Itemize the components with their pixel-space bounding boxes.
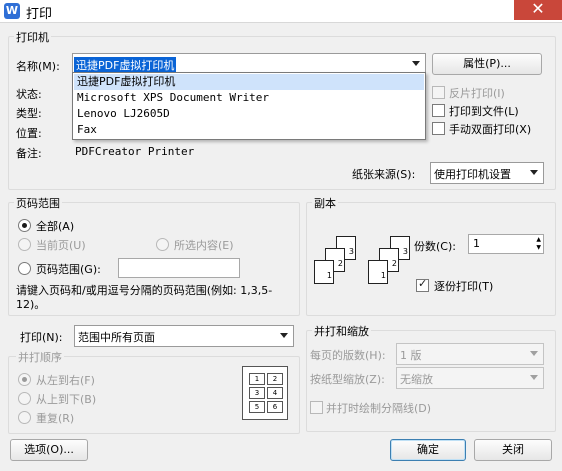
title-bar: W 打印 ✕ [0, 0, 562, 23]
printer-name-label: 名称(M): [16, 60, 60, 73]
print-to-file-checkbox[interactable] [432, 104, 445, 117]
grid-cell: 1 [249, 373, 265, 385]
grid-cell: 2 [267, 373, 283, 385]
print-what-label: 打印(N): [20, 331, 63, 344]
grid-cell: 4 [267, 387, 283, 399]
left-to-right-radio[interactable] [18, 373, 31, 386]
sheet-number: 1 [380, 271, 386, 280]
draw-borders-label: 并打时绘制分隔线(D) [326, 402, 432, 415]
reverse-print-checkbox[interactable] [432, 86, 445, 99]
print-order-group-label: 并打顺序 [16, 349, 64, 365]
pages-per-sheet-label: 每页的版数(H): [310, 349, 386, 362]
pages-per-sheet-value: 1 版 [400, 349, 422, 362]
spin-down-icon[interactable]: ▼ [536, 244, 541, 251]
manual-duplex-label: 手动双面打印(X) [449, 123, 532, 136]
printer-option[interactable]: Lenovo LJ2605D [74, 106, 424, 122]
selection-label: 所选内容(E) [174, 239, 234, 252]
sheet-number: 3 [348, 247, 354, 256]
paper-source-label: 纸张来源(S): [352, 168, 416, 181]
printer-option[interactable]: 迅捷PDF虚拟打印机 [74, 74, 424, 90]
sheet-number: 3 [402, 247, 408, 256]
comment-value: PDFCreator Printer [75, 145, 195, 158]
collated-copies-icon: 3 2 1 [368, 236, 412, 288]
chevron-down-icon [530, 375, 538, 380]
spin-up-icon[interactable]: ▲ [536, 236, 541, 243]
scale-select[interactable]: 无缩放 [396, 367, 544, 389]
repeat-radio[interactable] [18, 411, 31, 424]
chevron-down-icon [412, 61, 420, 66]
repeat-label: 重复(R) [36, 412, 75, 425]
all-pages-label: 全部(A) [36, 220, 75, 233]
page-range-radio[interactable] [18, 262, 31, 275]
printer-group-label: 打印机 [14, 29, 51, 45]
collate-label: 逐份打印(T) [434, 280, 494, 293]
zoom-group-label: 并打和缩放 [312, 323, 371, 339]
comment-label: 备注: [16, 147, 42, 160]
page-range-input[interactable] [118, 258, 240, 278]
grid-cell: 5 [249, 401, 265, 413]
paper-source-select[interactable]: 使用打印机设置 [430, 162, 544, 184]
page-range-group-label: 页码范围 [14, 195, 62, 211]
sheet-number: 2 [391, 259, 397, 268]
top-to-bottom-radio[interactable] [18, 392, 31, 405]
type-label: 类型: [16, 107, 42, 120]
scale-value: 无缩放 [400, 373, 433, 386]
location-label: 位置: [16, 127, 42, 140]
window-title: 打印 [26, 7, 53, 22]
grid-cell: 3 [249, 387, 265, 399]
selection-radio[interactable] [156, 238, 169, 251]
print-what-select[interactable]: 范围中所有页面 [74, 325, 294, 347]
chevron-down-icon [280, 333, 288, 338]
scale-label: 按纸型缩放(Z): [310, 373, 385, 386]
page-range-label: 页码范围(G): [36, 263, 101, 276]
properties-button[interactable]: 属性(P)... [432, 53, 542, 75]
printer-name-value: 迅捷PDF虚拟打印机 [74, 57, 177, 73]
ok-button[interactable]: 确定 [390, 439, 466, 461]
all-pages-radio[interactable] [18, 219, 31, 232]
pages-per-sheet-select[interactable]: 1 版 [396, 343, 544, 365]
top-to-bottom-label: 从上到下(B) [36, 393, 97, 406]
left-to-right-label: 从左到右(F) [36, 374, 95, 387]
wps-app-icon: W [4, 3, 20, 19]
grid-cell: 6 [267, 401, 283, 413]
paper-source-value: 使用打印机设置 [434, 168, 511, 181]
options-button[interactable]: 选项(O)... [10, 439, 88, 461]
close-button[interactable]: 关闭 [474, 439, 552, 461]
reverse-print-label: 反片打印(I) [449, 87, 505, 100]
printer-option[interactable]: Fax [74, 122, 424, 138]
chevron-down-icon [530, 351, 538, 356]
copies-group-label: 副本 [312, 195, 338, 211]
collate-checkbox[interactable] [416, 277, 429, 292]
copies-count-value: 1 [473, 237, 480, 250]
manual-duplex-checkbox[interactable] [432, 122, 445, 135]
print-what-value: 范围中所有页面 [78, 331, 155, 344]
page-order-preview-icon: 1 2 3 4 5 6 [242, 366, 288, 420]
copies-count-label: 份数(C): [414, 240, 456, 253]
current-page-label: 当前页(U) [36, 239, 86, 252]
uncollated-copies-icon: 3 2 1 [314, 236, 358, 288]
current-page-radio[interactable] [18, 238, 31, 251]
sheet-number: 2 [337, 259, 343, 268]
copies-count-spinner[interactable]: 1 ▲ ▼ [468, 234, 544, 254]
status-label: 状态: [16, 88, 42, 101]
window-close-button[interactable]: ✕ [514, 0, 562, 20]
printer-option[interactable]: Microsoft XPS Document Writer [74, 90, 424, 106]
chevron-down-icon [530, 170, 538, 175]
printer-dropdown-list: 迅捷PDF虚拟打印机 Microsoft XPS Document Writer… [72, 72, 426, 140]
draw-borders-checkbox[interactable] [310, 401, 323, 414]
print-to-file-label: 打印到文件(L) [449, 105, 519, 118]
page-range-hint: 请键入页码和/或用逗号分隔的页码范围(例如: 1,3,5-12)。 [16, 284, 273, 311]
sheet-number: 1 [326, 271, 332, 280]
